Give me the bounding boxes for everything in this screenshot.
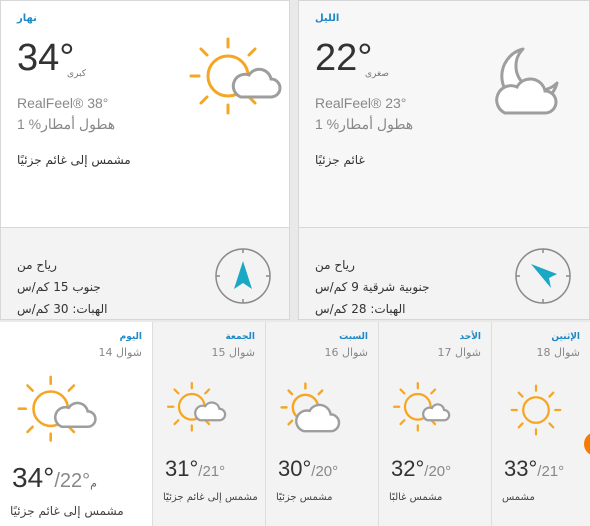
day-realfeel: RealFeel® 38° bbox=[17, 95, 109, 111]
forecast-day-2[interactable]: الجمعة شوال 15 31°/21° مشمس إلى غائم جزئ… bbox=[153, 322, 266, 526]
forecast-temps: 30°/20° bbox=[278, 456, 338, 482]
night-low-label: صغرى bbox=[365, 69, 389, 79]
day-wind-speed: جنوب 15 كم/س bbox=[17, 280, 101, 294]
forecast-temps: 32°/20° bbox=[391, 456, 451, 482]
night-realfeel: RealFeel® 23° bbox=[315, 95, 407, 111]
forecast-day-label: اليوم bbox=[119, 332, 142, 342]
day-precipitation: 1 %هطول أمطار bbox=[17, 116, 116, 132]
day-header: نهار bbox=[17, 13, 37, 24]
forecast-unit: م bbox=[90, 478, 97, 490]
forecast-low: /22° bbox=[54, 470, 91, 492]
night-precipitation: 1 %هطول أمطار bbox=[315, 116, 414, 132]
day-wind-title: رياح من bbox=[17, 258, 57, 272]
forecast-day-5[interactable]: الإثنين شوال 18 33°/21° مشمس bbox=[492, 322, 590, 526]
forecast-day-label: الجمعة bbox=[225, 332, 255, 342]
forecast-phrase: مشمس غالبًا bbox=[389, 492, 443, 503]
moon-cloud-icon bbox=[495, 47, 559, 115]
day-temperature: 34° bbox=[17, 37, 75, 79]
forecast-date: شوال 15 bbox=[211, 346, 255, 359]
forecast-high: 34° bbox=[12, 462, 55, 493]
forecast-day-label: الأحد bbox=[459, 332, 481, 342]
forecast-today[interactable]: اليوم شوال 14 34°/22°م مشمس إلى غائم جزئ… bbox=[0, 322, 153, 526]
forecast-date: شوال 17 bbox=[437, 346, 481, 359]
sun-icon bbox=[510, 384, 562, 436]
night-wind-section: رياح من جنوبية شرقية 9 كم/س الهبات: 28 ك… bbox=[299, 228, 589, 319]
forecast-date: شوال 16 bbox=[324, 346, 368, 359]
sun-cloud-icon bbox=[280, 382, 341, 433]
day-phrase: مشمس إلى غائم جزئيًا bbox=[17, 153, 131, 167]
forecast-temps: 31°/21° bbox=[165, 456, 225, 482]
night-temperature: 22° bbox=[315, 37, 373, 79]
forecast-low: /21° bbox=[198, 463, 226, 480]
sun-cloud-icon bbox=[167, 382, 227, 432]
forecast-date: شوال 18 bbox=[536, 346, 580, 359]
forecast-phrase: مشمس bbox=[502, 492, 535, 503]
forecast-high: 33° bbox=[504, 456, 538, 481]
wind-arrow-northwest-icon bbox=[515, 248, 571, 304]
wind-arrow-north-icon bbox=[215, 248, 271, 304]
forecast-temps: 33°/21° bbox=[504, 456, 564, 482]
forecast-high: 30° bbox=[278, 456, 312, 481]
forecast-temps: 34°/22°م bbox=[12, 462, 97, 494]
sun-cloud-icon bbox=[393, 382, 451, 432]
forecast-phrase: مشمس إلى غائم جزئيًا bbox=[163, 492, 258, 503]
forecast-high: 32° bbox=[391, 456, 425, 481]
day-wind-section: رياح من جنوب 15 كم/س الهبات: 30 كم/س bbox=[1, 228, 289, 319]
forecast-day-3[interactable]: السبت شوال 16 30°/20° مشمس جزئيًا bbox=[266, 322, 379, 526]
sun-cloud-icon bbox=[189, 37, 282, 115]
day-high-label: كبرى bbox=[67, 69, 87, 79]
forecast-phrase: مشمس جزئيًا bbox=[276, 492, 333, 503]
forecast-day-label: السبت bbox=[339, 332, 368, 342]
forecast-low: /20° bbox=[424, 463, 452, 480]
forecast-low: /20° bbox=[311, 463, 339, 480]
sun-cloud-icon bbox=[17, 375, 97, 442]
weather-widget: نهار 34° كبرى RealFeel® 38° 1 %هطول أمطا… bbox=[0, 0, 590, 526]
night-panel[interactable]: الليل 22° صغرى RealFeel® 23° 1 %هطول أمط… bbox=[298, 0, 590, 320]
forecast-day-label: الإثنين bbox=[551, 332, 580, 342]
forecast-day-4[interactable]: الأحد شوال 17 32°/20° مشمس غالبًا bbox=[379, 322, 492, 526]
night-wind-speed: جنوبية شرقية 9 كم/س bbox=[315, 280, 430, 294]
day-panel[interactable]: نهار 34° كبرى RealFeel® 38° 1 %هطول أمطا… bbox=[0, 0, 290, 320]
night-header: الليل bbox=[315, 13, 340, 24]
forecast-high: 31° bbox=[165, 456, 199, 481]
day-wind-gusts: الهبات: 30 كم/س bbox=[17, 302, 108, 316]
night-phrase: غائم جزئيًا bbox=[315, 153, 365, 167]
forecast-date: شوال 14 bbox=[98, 346, 142, 359]
forecast-low: /21° bbox=[537, 463, 565, 480]
night-wind-title: رياح من bbox=[315, 258, 355, 272]
forecast-phrase: مشمس إلى غائم جزئيًا bbox=[10, 504, 124, 518]
night-wind-gusts: الهبات: 28 كم/س bbox=[315, 302, 406, 316]
